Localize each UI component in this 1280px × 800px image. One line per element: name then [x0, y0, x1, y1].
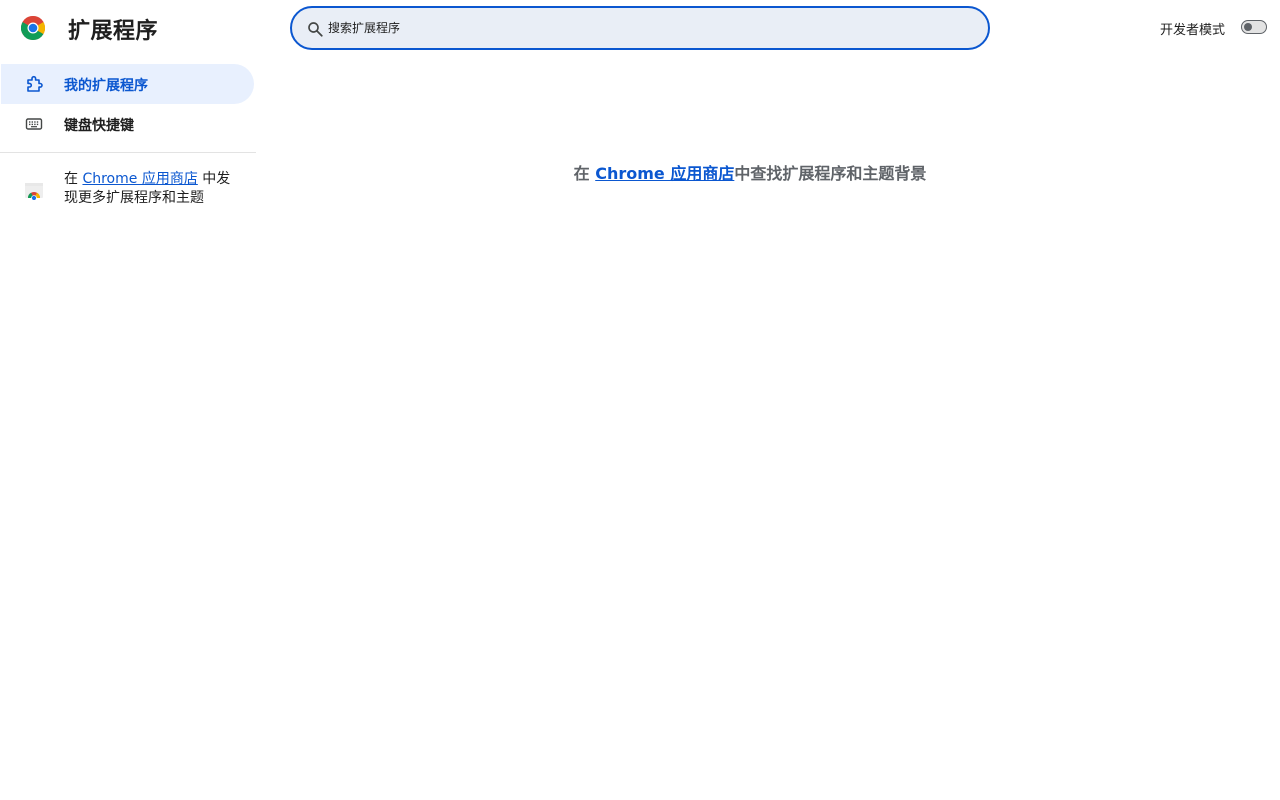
- sidebar-item-my-extensions[interactable]: 我的扩展程序: [1, 64, 254, 104]
- web-store-promo-text: 在 Chrome 应用商店 中发现更多扩展程序和主题: [64, 170, 244, 208]
- promo-prefix: 在: [64, 171, 83, 187]
- search-input[interactable]: [328, 8, 968, 48]
- sidebar-item-label: 我的扩展程序: [64, 78, 148, 94]
- web-store-promo: 在 Chrome 应用商店 中发现更多扩展程序和主题: [0, 170, 256, 214]
- toggle-knob: [1244, 23, 1252, 31]
- page-title: 扩展程序: [68, 19, 159, 44]
- sidebar: 我的扩展程序 键盘快捷键 在 Chrome 应用商店 中发现更多扩展程序和主题: [0, 56, 256, 800]
- chrome-web-store-link[interactable]: Chrome 应用商店: [595, 164, 734, 183]
- chrome-logo-icon: [21, 16, 45, 40]
- chrome-web-store-link[interactable]: Chrome 应用商店: [82, 171, 197, 187]
- sidebar-divider: [0, 152, 256, 153]
- message-prefix: 在: [573, 164, 596, 183]
- chrome-web-store-icon: [25, 183, 43, 200]
- puzzle-piece-icon: [27, 75, 43, 92]
- page-header: 扩展程序 开发者模式: [0, 0, 1280, 56]
- empty-state-message: 在 Chrome 应用商店中查找扩展程序和主题背景: [256, 160, 1244, 184]
- keyboard-icon: [25, 118, 43, 130]
- search-icon: [308, 22, 323, 37]
- sidebar-item-label: 键盘快捷键: [64, 118, 134, 134]
- developer-mode-label: 开发者模式: [1160, 23, 1226, 38]
- search-box[interactable]: [290, 6, 990, 50]
- sidebar-item-keyboard-shortcuts[interactable]: 键盘快捷键: [1, 104, 254, 144]
- developer-mode-toggle[interactable]: [1241, 20, 1267, 34]
- message-suffix: 中查找扩展程序和主题背景: [734, 164, 927, 183]
